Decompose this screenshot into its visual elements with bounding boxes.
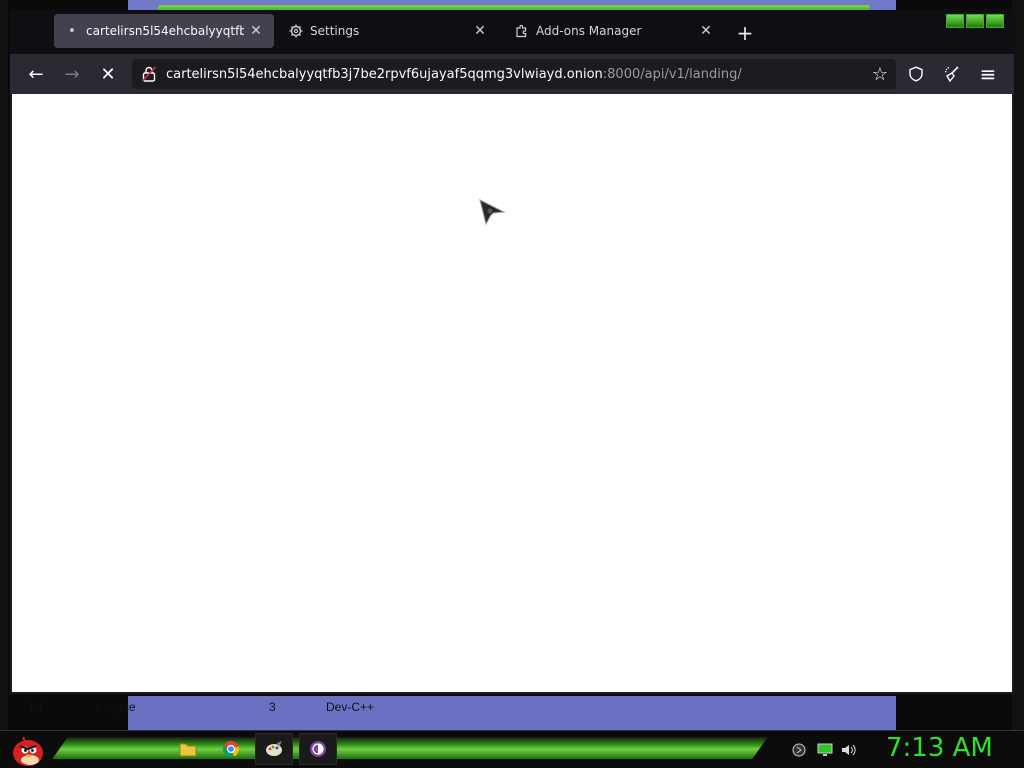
- navigation-toolbar: ← → ✕ cartelirsn5l54ehcbalyyqtfb3j7be2rp…: [10, 54, 1014, 94]
- url-path: :8000/api/v1/landing/: [602, 66, 742, 82]
- desktop-icon-labels: lol a rogue 3 Dev-C++: [0, 698, 1024, 718]
- gear-icon: [288, 23, 304, 39]
- close-icon[interactable]: ✕: [698, 23, 714, 39]
- minimize-button[interactable]: [946, 14, 964, 28]
- puzzle-icon: [514, 23, 530, 39]
- close-icon[interactable]: ✕: [248, 23, 264, 39]
- browser-window: • cartelirsn5l54ehcbalyyqtfb3j7bc ✕ Sett…: [10, 10, 1014, 694]
- insecure-lock-icon[interactable]: [138, 66, 160, 82]
- tab-title: Add-ons Manager: [536, 24, 642, 38]
- tor-browser-icon[interactable]: [306, 737, 330, 761]
- tab-onion-site[interactable]: • cartelirsn5l54ehcbalyyqtfb3j7bc ✕: [54, 14, 274, 48]
- tab-settings[interactable]: Settings ✕: [278, 14, 498, 48]
- taskbar-clock[interactable]: 7:13 AM: [886, 733, 993, 763]
- monitor-icon[interactable]: [816, 741, 834, 759]
- mouse-cursor-icon: [478, 198, 508, 232]
- tab-title: cartelirsn5l54ehcbalyyqtfb3j7bc: [86, 24, 244, 38]
- close-icon[interactable]: ✕: [472, 23, 488, 39]
- taskbar: 7:13 AM: [0, 730, 1024, 768]
- shield-icon[interactable]: [904, 62, 928, 86]
- new-identity-broom-icon[interactable]: [940, 62, 964, 86]
- desktop-label[interactable]: lol: [30, 700, 42, 714]
- network-icon[interactable]: [790, 741, 808, 759]
- desktop-label[interactable]: 3: [269, 700, 276, 714]
- menu-hamburger-icon[interactable]: ≡: [976, 62, 1000, 86]
- desktop-label[interactable]: a rogue: [95, 700, 136, 714]
- tab-addons-manager[interactable]: Add-ons Manager ✕: [504, 14, 724, 48]
- loading-dot-icon: •: [68, 23, 76, 39]
- folder-icon[interactable]: [176, 737, 200, 761]
- window-controls: [946, 14, 1004, 28]
- url-host: cartelirsn5l54ehcbalyyqtfb3j7be2rpvf6uja…: [166, 66, 603, 82]
- url-text[interactable]: cartelirsn5l54ehcbalyyqtfb3j7be2rpvf6uja…: [166, 67, 742, 82]
- chrome-icon[interactable]: [219, 737, 243, 761]
- taskbar-glow: [52, 737, 768, 759]
- tab-strip: • cartelirsn5l54ehcbalyyqtfb3j7bc ✕ Sett…: [10, 10, 1014, 54]
- start-button-angry-bird-icon[interactable]: [8, 731, 48, 768]
- desktop-label[interactable]: Dev-C++: [326, 700, 374, 714]
- page-content[interactable]: [12, 94, 1012, 692]
- paint-icon[interactable]: [262, 737, 286, 761]
- desktop-edge-left: [0, 0, 8, 730]
- volume-icon[interactable]: [840, 741, 858, 759]
- maximize-button[interactable]: [966, 14, 984, 28]
- back-button[interactable]: ←: [24, 62, 48, 86]
- address-bar[interactable]: cartelirsn5l54ehcbalyyqtfb3j7be2rpvf6uja…: [132, 59, 896, 89]
- bookmark-star-icon[interactable]: ☆: [868, 62, 892, 86]
- close-window-button[interactable]: [986, 14, 1004, 28]
- tab-title: Settings: [310, 24, 360, 38]
- new-tab-button[interactable]: +: [734, 21, 756, 45]
- forward-button[interactable]: →: [60, 62, 84, 86]
- stop-button[interactable]: ✕: [96, 62, 120, 86]
